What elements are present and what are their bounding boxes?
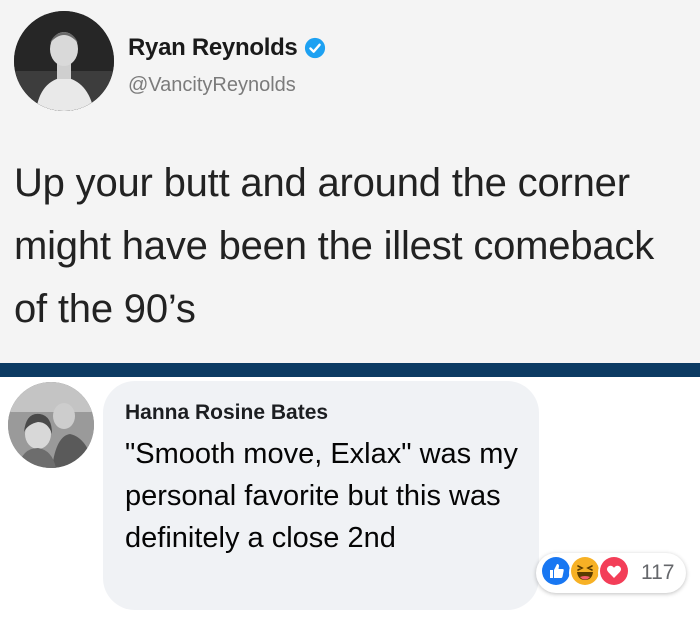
tweet-card: Ryan Reynolds @VancityReynolds Up your b… (0, 0, 700, 363)
reactions-summary[interactable]: 117 (536, 553, 686, 593)
comment-text: "Smooth move, Exlax" was my personal fav… (125, 438, 518, 554)
tweet-author-handle[interactable]: @VancityReynolds (128, 74, 296, 97)
commenter-avatar[interactable] (8, 382, 94, 468)
tweet-author-name[interactable]: Ryan Reynolds (128, 34, 298, 62)
tweet-text: Up your butt and around the corner might… (14, 161, 655, 331)
comment-bubble: Hanna Rosine Bates "Smooth move, Exlax" … (103, 381, 539, 610)
tweet-author-avatar[interactable] (14, 11, 114, 111)
verified-badge-icon (305, 37, 326, 59)
tweet-author-row: Ryan Reynolds (128, 34, 326, 62)
love-reaction-icon (598, 555, 634, 591)
section-divider (0, 363, 700, 377)
commenter-name[interactable]: Hanna Rosine Bates (125, 401, 328, 425)
reaction-count: 117 (641, 561, 675, 584)
